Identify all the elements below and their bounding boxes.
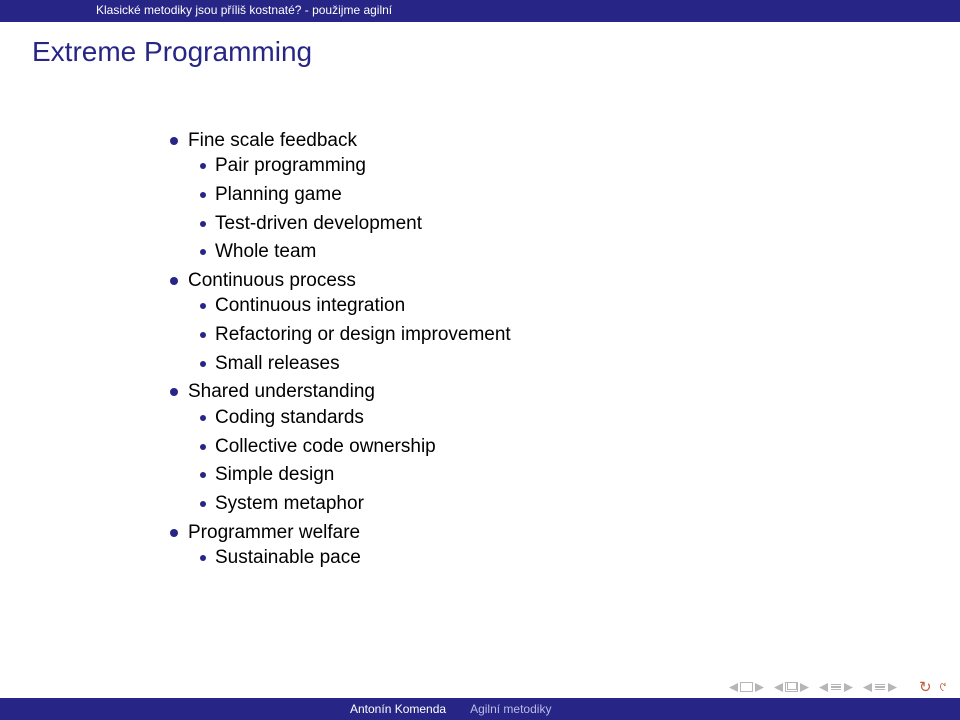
list-item: Pair programming	[200, 153, 960, 179]
prev-slide-icon[interactable]	[729, 683, 738, 692]
list-item: Small releases	[200, 351, 960, 377]
next-slide-icon[interactable]	[755, 683, 764, 692]
prev-section-icon[interactable]	[819, 683, 828, 692]
list-label: Continuous process	[188, 270, 356, 291]
nav-subsection-group[interactable]	[863, 683, 897, 692]
prev-frame-icon[interactable]	[774, 683, 783, 692]
list-item: Whole team	[200, 239, 960, 265]
list-item: System metaphor	[200, 491, 960, 517]
slide-footer: Antonín Komenda Agilní metodiky	[0, 698, 960, 720]
list-item: Programmer welfare Sustainable pace	[170, 520, 960, 571]
slide-header: Klasické metodiky jsou příliš kostnaté? …	[0, 0, 960, 22]
nav-slide-group[interactable]	[729, 682, 764, 692]
list-item: Simple design	[200, 462, 960, 488]
beamer-nav: ↻ ୯	[729, 678, 946, 696]
slide-title: Extreme Programming	[0, 22, 960, 68]
list-item: Collective code ownership	[200, 434, 960, 460]
list-label: Shared understanding	[188, 381, 375, 402]
nav-frame-group[interactable]	[774, 682, 809, 692]
nav-section-group[interactable]	[819, 683, 853, 692]
section-icon	[831, 684, 841, 691]
slide-icon	[740, 682, 753, 692]
list-item: Fine scale feedback Pair programming Pla…	[170, 128, 960, 265]
frame-icon	[785, 682, 798, 692]
list-item: Planning game	[200, 182, 960, 208]
list-item: Coding standards	[200, 405, 960, 431]
list-label: Programmer welfare	[188, 522, 360, 543]
slide-content: Fine scale feedback Pair programming Pla…	[0, 68, 960, 571]
next-section-icon[interactable]	[844, 683, 853, 692]
search-nav-icon[interactable]: ୯	[940, 679, 946, 695]
next-frame-icon[interactable]	[800, 683, 809, 692]
header-text: Klasické metodiky jsou příliš kostnaté? …	[96, 3, 392, 17]
list-item: Refactoring or design improvement	[200, 322, 960, 348]
footer-author: Antonín Komenda	[0, 702, 470, 716]
list-item: Continuous process Continuous integratio…	[170, 268, 960, 377]
redo-icon[interactable]: ↻	[919, 678, 932, 696]
prev-subsection-icon[interactable]	[863, 683, 872, 692]
list-label: Fine scale feedback	[188, 130, 357, 151]
list-item: Continuous integration	[200, 293, 960, 319]
subsection-icon	[875, 684, 885, 691]
list-item: Test-driven development	[200, 211, 960, 237]
outline-list: Fine scale feedback Pair programming Pla…	[170, 128, 960, 571]
footer-topic: Agilní metodiky	[470, 702, 551, 716]
list-item: Sustainable pace	[200, 545, 960, 571]
list-item: Shared understanding Coding standards Co…	[170, 379, 960, 516]
next-subsection-icon[interactable]	[888, 683, 897, 692]
